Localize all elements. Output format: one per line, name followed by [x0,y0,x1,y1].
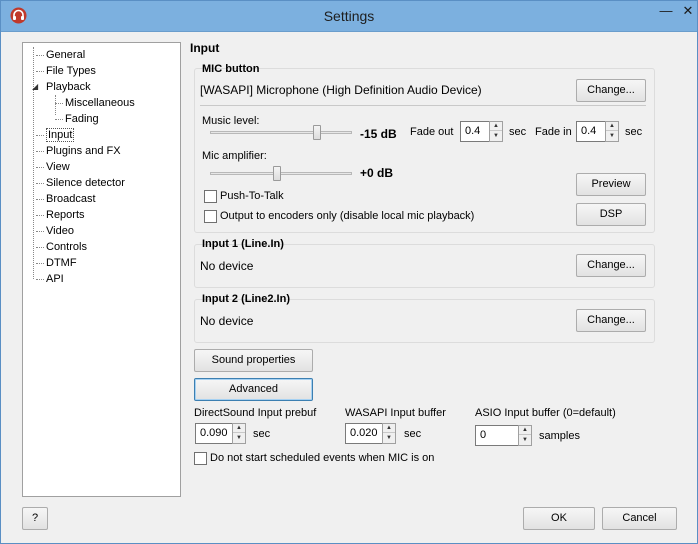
dsp-button[interactable]: DSP [576,203,646,226]
mic-group-title: MIC button [202,63,260,75]
push-to-talk-label: Push-To-Talk [220,190,284,202]
spin-down-icon[interactable]: ▼ [606,132,618,141]
directsound-arrows[interactable]: ▲ ▼ [232,423,246,444]
tree-item-controls[interactable]: Controls [36,239,87,255]
spin-up-icon[interactable]: ▲ [490,122,502,131]
fade-in-input[interactable]: 0.4 [576,121,606,142]
output-encoders-checkbox[interactable] [204,210,217,223]
spin-down-icon[interactable]: ▼ [490,132,502,141]
tree-item-input[interactable]: Input [36,127,75,143]
ok-button[interactable]: OK [523,507,595,530]
title-bar[interactable]: Settings — ✕ [1,1,697,32]
fade-out-label: Fade out [410,126,454,138]
fade-out-arrows[interactable]: ▲ ▼ [489,121,503,142]
tree-item-playback[interactable]: Playback [46,79,91,95]
wasapi-input[interactable]: 0.020 [345,423,383,444]
fade-out-unit: sec [509,126,527,138]
mic-amplifier-slider-thumb[interactable] [272,166,281,181]
mic-device-name: [WASAPI] Microphone (High Definition Aud… [200,83,482,97]
spin-up-icon[interactable]: ▲ [519,426,531,435]
output-encoders-label: Output to encoders only (disable local m… [220,210,475,222]
input2-title: Input 2 (Line2.In) [202,293,290,305]
spin-up-icon[interactable]: ▲ [383,424,395,433]
mic-amplifier-label: Mic amplifier: [202,150,267,162]
directsound-spinner[interactable]: 0.090 ▲ ▼ [195,423,246,444]
input1-device: No device [200,259,254,273]
preview-button[interactable]: Preview [576,173,646,196]
push-to-talk-checkbox[interactable] [204,190,217,203]
tree-item-fading[interactable]: Fading [55,111,99,127]
music-level-slider-track[interactable] [210,131,352,134]
advanced-button[interactable]: Advanced [194,378,313,401]
fade-in-spinner[interactable]: 0.4 ▲ ▼ [576,121,619,142]
tree-guide-line [55,95,56,115]
sound-properties-button[interactable]: Sound properties [194,349,313,372]
fade-in-arrows[interactable]: ▲ ▼ [605,121,619,142]
tree-item-file-types[interactable]: File Types [36,63,96,79]
fade-out-spinner[interactable]: 0.4 ▲ ▼ [460,121,503,142]
asio-input[interactable]: 0 [475,425,519,446]
no-scheduled-checkbox[interactable] [194,452,207,465]
settings-window: Settings — ✕ ◢ General File Types Playba… [0,0,698,544]
input1-change-button[interactable]: Change... [576,254,646,277]
tree-item-broadcast[interactable]: Broadcast [36,191,96,207]
wasapi-unit: sec [404,428,422,440]
spin-down-icon[interactable]: ▼ [383,434,395,443]
mic-amplifier-value: +0 dB [360,166,394,180]
settings-tree[interactable]: ◢ General File Types Playback Miscellane… [22,42,181,497]
music-level-label: Music level: [202,115,260,127]
tree-item-reports[interactable]: Reports [36,207,85,223]
mic-amplifier-slider-track[interactable] [210,172,352,175]
asio-unit: samples [539,430,580,442]
spin-down-icon[interactable]: ▼ [233,434,245,443]
directsound-label: DirectSound Input prebuf [194,407,317,419]
spin-up-icon[interactable]: ▲ [606,122,618,131]
tree-item-video[interactable]: Video [36,223,74,239]
music-level-value: -15 dB [360,127,397,141]
tree-item-general[interactable]: General [36,47,85,63]
input1-title: Input 1 (Line.In) [202,238,284,250]
spin-up-icon[interactable]: ▲ [233,424,245,433]
tree-item-view[interactable]: View [36,159,70,175]
no-scheduled-label: Do not start scheduled events when MIC i… [210,452,435,464]
input2-change-button[interactable]: Change... [576,309,646,332]
close-icon[interactable]: ✕ [678,1,698,21]
wasapi-label: WASAPI Input buffer [345,407,446,419]
collapse-triangle-icon[interactable]: ◢ [32,83,40,91]
wasapi-spinner[interactable]: 0.020 ▲ ▼ [345,423,396,444]
tree-item-api[interactable]: API [36,271,64,287]
directsound-unit: sec [253,428,271,440]
window-title: Settings [323,8,375,24]
music-level-slider-thumb[interactable] [313,125,322,140]
input2-device: No device [200,314,254,328]
spin-down-icon[interactable]: ▼ [519,436,531,445]
fade-out-input[interactable]: 0.4 [460,121,490,142]
tree-item-miscellaneous[interactable]: Miscellaneous [55,95,135,111]
cancel-button[interactable]: Cancel [602,507,677,530]
minimize-icon[interactable]: — [656,1,676,21]
help-button[interactable]: ? [22,507,48,530]
asio-spinner[interactable]: 0 ▲ ▼ [475,425,532,446]
fade-in-label: Fade in [535,126,572,138]
wasapi-arrows[interactable]: ▲ ▼ [382,423,396,444]
tree-item-silence-detector[interactable]: Silence detector [36,175,125,191]
tree-item-dtmf[interactable]: DTMF [36,255,77,271]
asio-arrows[interactable]: ▲ ▼ [518,425,532,446]
fade-in-unit: sec [625,126,643,138]
tree-item-plugins-fx[interactable]: Plugins and FX [36,143,121,159]
page-title: Input [190,41,220,55]
mic-separator [200,105,646,106]
asio-label: ASIO Input buffer (0=default) [475,407,616,419]
directsound-input[interactable]: 0.090 [195,423,233,444]
mic-change-button[interactable]: Change... [576,79,646,102]
